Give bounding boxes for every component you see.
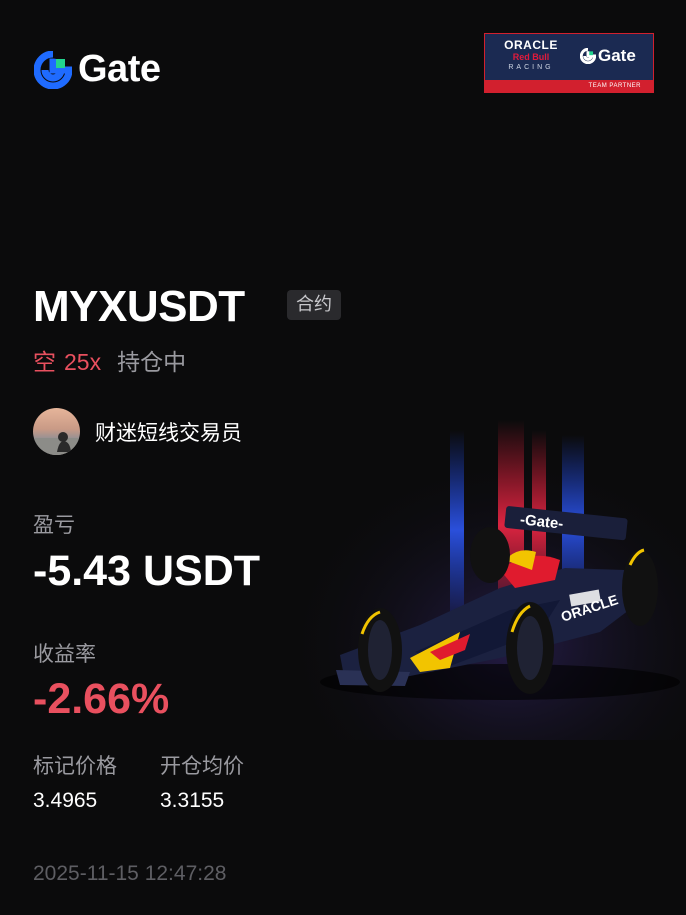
red-bull-racing-logo: ORACLE Red Bull RACING [491,39,571,71]
trader-name: 财迷短线交易员 [95,420,242,445]
f1-car-illustration: -Gate- ORACLE [300,420,686,740]
mark-price-value: 3.4965 [33,789,98,812]
position-status: 持仓中 [117,350,187,376]
oracle-text: ORACLE [504,38,558,52]
roi-value: -2.66% [33,675,170,723]
pnl-value: -5.43 USDT [33,547,261,595]
avatar-image [33,432,80,455]
entry-price-label: 开仓均价 [160,754,244,778]
pnl-label: 盈亏 [33,513,75,537]
timestamp: 2025-11-15 12:47:28 [33,862,227,885]
gate-logo-icon [34,50,72,89]
entry-price-value: 3.3155 [160,789,225,812]
team-partner-strip: TEAM PARTNER [485,80,653,92]
mark-price-label: 标记价格 [33,754,117,778]
gate-logo: Gate [34,48,161,91]
brand-name: Gate [78,48,161,90]
roi-label: 收益率 [33,642,96,666]
position-row: 空 25x 持仓中 [33,343,186,377]
leverage: 25x [64,349,102,375]
trader-profile: 财迷短线交易员 [33,408,242,455]
position-side: 空 [33,350,56,376]
team-partner-badge: ORACLE Red Bull RACING Gate TEAM PARTNER [484,33,654,93]
gate-logo-icon [580,48,596,64]
racing-text: RACING [508,64,554,71]
partner-gate-logo: Gate [580,46,636,66]
contract-tag: 合约 [287,290,341,320]
trading-pair: MYXUSDT [33,282,245,331]
partner-gate-text: Gate [598,46,636,65]
red-bull-text: Red Bull [512,52,550,62]
avatar [33,408,80,455]
